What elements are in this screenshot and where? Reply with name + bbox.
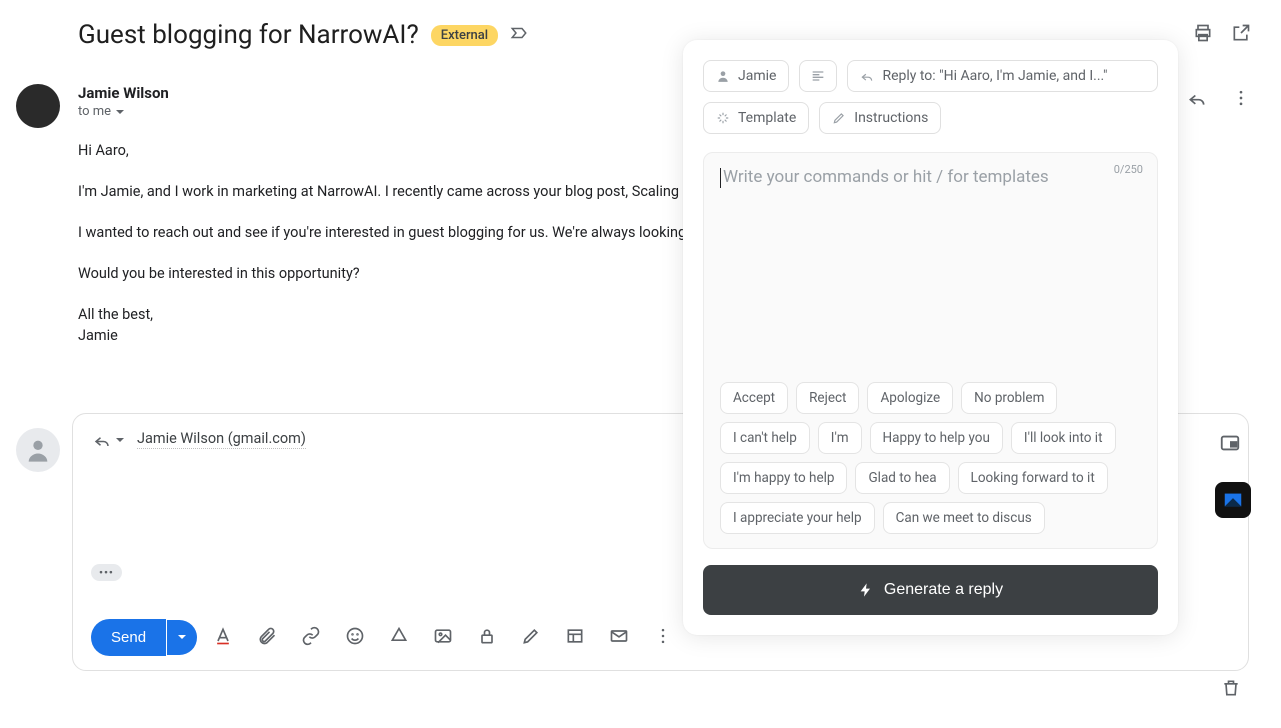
reply-type-selector[interactable]	[93, 431, 125, 449]
link-icon[interactable]	[293, 622, 329, 654]
pen-icon[interactable]	[513, 622, 549, 654]
side-app-icon[interactable]	[1215, 482, 1251, 518]
align-chip[interactable]	[799, 60, 837, 92]
body-line: All the best, Jamie	[78, 304, 718, 346]
attach-icon[interactable]	[249, 622, 285, 654]
char-counter: 0/250	[1114, 163, 1143, 176]
instructions-button[interactable]: Instructions	[819, 102, 941, 134]
send-button[interactable]: Send	[91, 619, 166, 656]
more-vert-icon[interactable]	[645, 622, 681, 654]
sender-name[interactable]: Jamie Wilson	[78, 84, 169, 102]
popout-compose-icon[interactable]	[1219, 432, 1241, 458]
send-more-button[interactable]	[167, 620, 197, 655]
suggestion-chip[interactable]: Accept	[720, 382, 788, 414]
reply-context-chip[interactable]: Reply to: "Hi Aaro, I'm Jamie, and I..."	[847, 60, 1158, 92]
discard-draft-icon[interactable]	[1221, 678, 1241, 702]
reply-icon[interactable]	[1187, 88, 1207, 112]
label-icon[interactable]	[510, 24, 528, 46]
open-new-window-icon[interactable]	[1231, 23, 1251, 47]
reply-recipient[interactable]: Jamie Wilson (gmail.com)	[137, 430, 306, 449]
layout-icon[interactable]	[557, 622, 593, 654]
suggestion-chip[interactable]: Can we meet to discus	[883, 502, 1045, 534]
ai-reply-panel: Jamie Reply to: "Hi Aaro, I'm Jamie, and…	[683, 40, 1178, 635]
body-line: I'm Jamie, and I work in marketing at Na…	[78, 181, 718, 202]
suggestion-chip[interactable]: Looking forward to it	[958, 462, 1108, 494]
body-line: Would you be interested in this opportun…	[78, 263, 718, 284]
print-icon[interactable]	[1193, 23, 1213, 47]
suggestion-chip[interactable]: Happy to help you	[870, 422, 1003, 454]
suggestion-chip[interactable]: I'm happy to help	[720, 462, 847, 494]
suggestion-chip[interactable]: I'm	[818, 422, 862, 454]
suggestion-chip[interactable]: Reject	[796, 382, 859, 414]
confidential-icon[interactable]	[469, 622, 505, 654]
subject-text: Guest blogging for NarrowAI?	[78, 20, 419, 50]
more-vert-icon[interactable]	[1231, 88, 1251, 112]
pencil-icon	[832, 111, 846, 125]
chevron-down-icon	[115, 107, 125, 117]
suggestion-chip[interactable]: No problem	[961, 382, 1057, 414]
drive-icon[interactable]	[381, 622, 417, 654]
reply-icon	[860, 69, 874, 83]
suggestion-chip[interactable]: Apologize	[867, 382, 953, 414]
message-actions	[1187, 88, 1251, 112]
text-format-icon[interactable]	[205, 622, 241, 654]
suggestion-chip[interactable]: I can't help	[720, 422, 810, 454]
bolt-icon	[858, 582, 874, 598]
suggestion-chip[interactable]: I appreciate your help	[720, 502, 875, 534]
body-line: I wanted to reach out and see if you're …	[78, 222, 718, 243]
mail-icon[interactable]	[601, 622, 637, 654]
suggestion-list: Accept Reject Apologize No problem I can…	[720, 382, 1141, 534]
email-body: Hi Aaro, I'm Jamie, and I work in market…	[78, 140, 718, 346]
template-button[interactable]: Template	[703, 102, 809, 134]
sparkle-icon	[716, 111, 730, 125]
command-input-placeholder: Write your commands or hit / for templat…	[720, 167, 1141, 188]
external-badge: External	[431, 25, 498, 46]
sender-block: Jamie Wilson to me	[78, 84, 169, 119]
generate-reply-button[interactable]: Generate a reply	[703, 565, 1158, 615]
image-icon[interactable]	[425, 622, 461, 654]
sender-avatar[interactable]	[16, 84, 60, 128]
show-trimmed-content[interactable]: •••	[91, 564, 122, 581]
suggestion-chip[interactable]: I'll look into it	[1011, 422, 1116, 454]
recipients-line[interactable]: to me	[78, 104, 169, 119]
align-left-icon	[810, 68, 826, 84]
command-input-area[interactable]: 0/250 Write your commands or hit / for t…	[703, 152, 1158, 549]
suggestion-chip[interactable]: Glad to hea	[855, 462, 949, 494]
recipient-chip[interactable]: Jamie	[703, 60, 789, 92]
my-avatar[interactable]	[16, 428, 60, 472]
emoji-icon[interactable]	[337, 622, 373, 654]
body-line: Hi Aaro,	[78, 140, 718, 161]
person-icon	[716, 69, 730, 83]
